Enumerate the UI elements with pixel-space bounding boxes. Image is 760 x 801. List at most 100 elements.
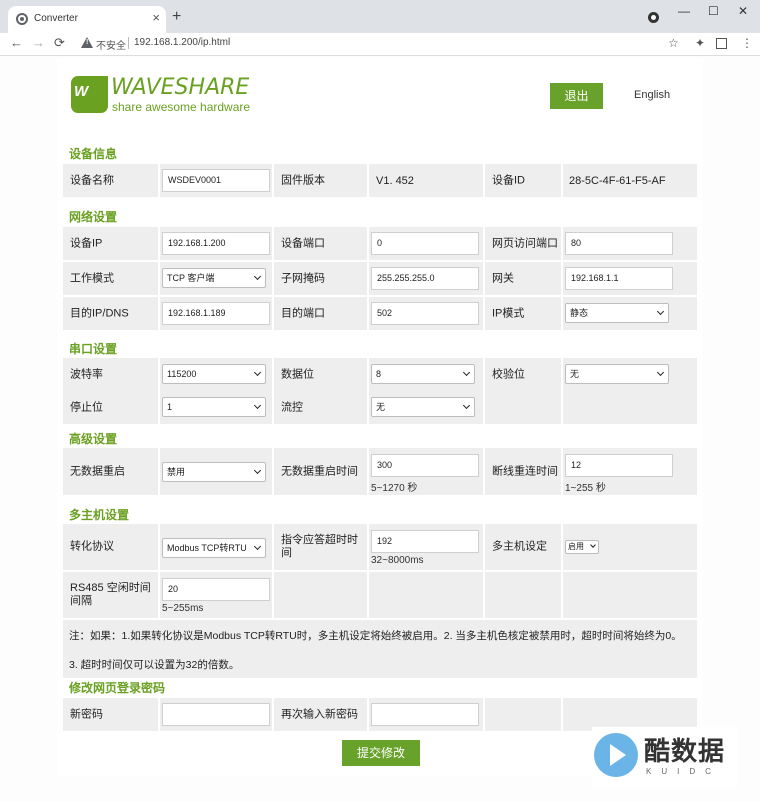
logo-mark-icon: W (71, 76, 108, 113)
gateway-input[interactable]: 192.168.1.1 (565, 267, 673, 290)
rs485-idle-input[interactable]: 20 (162, 578, 270, 601)
device-id-label: 设备ID (492, 174, 525, 186)
new-tab-button[interactable]: + (172, 9, 181, 25)
submit-button[interactable]: 提交修改 (342, 740, 420, 766)
dest-port-label: 目的端口 (281, 307, 325, 319)
extensions-icon[interactable]: ✦ (695, 36, 705, 50)
device-info-row: 设备名称 WSDEV0001 固件版本 V1. 452 设备ID 28-5C-4… (63, 164, 697, 197)
subnet-mask-input[interactable]: 255.255.255.0 (371, 267, 479, 290)
reconnect-time-input[interactable]: 12 (565, 454, 673, 477)
multihost-row-2: RS485 空闲时间间隔 20 5~255ms (63, 572, 697, 618)
logo-tagline: share awesome hardware (112, 100, 251, 114)
warning-icon[interactable] (81, 37, 93, 48)
profile-icon[interactable] (716, 38, 727, 49)
chevron-down-icon (590, 542, 596, 548)
dest-port-input[interactable]: 502 (371, 302, 479, 325)
response-timeout-input[interactable]: 192 (371, 530, 479, 553)
device-ip-input[interactable]: 192.168.1.200 (162, 232, 270, 255)
chevron-down-icon (253, 272, 262, 281)
section-serial: 串口设置 (69, 342, 118, 356)
note-text-1: 注：如果：1.如果转化协议是Modbus TCP转RTU时，多主机设定将始终被启… (69, 630, 682, 642)
play-logo-icon (594, 733, 638, 777)
rs485-idle-hint: 5~255ms (162, 603, 204, 614)
protocol-select[interactable]: Modbus TCP转RTU (162, 538, 266, 558)
data-bits-label: 数据位 (281, 368, 314, 380)
waveshare-logo: W WAVESHARE share awesome hardware (71, 75, 271, 116)
confirm-password-input[interactable] (371, 703, 479, 726)
menu-icon[interactable]: ⋮ (741, 36, 753, 50)
tab-close-icon[interactable]: × (152, 11, 160, 25)
minimize-button[interactable]: — (678, 4, 690, 18)
multihost-mode-label: 多主机设定 (492, 540, 547, 553)
dest-ip-label: 目的IP/DNS (70, 307, 129, 319)
logo-name: WAVESHARE (111, 75, 250, 100)
stop-bits-value: 1 (167, 402, 173, 412)
work-mode-select[interactable]: TCP 客户端 (162, 268, 266, 288)
gateway-label: 网关 (492, 272, 514, 284)
flow-control-select[interactable]: 无 (371, 397, 475, 417)
parity-value: 无 (570, 369, 580, 379)
baud-rate-select[interactable]: 115200 (162, 364, 266, 384)
browser-toolbar: ← → ⟳ 不安全 192.168.1.200/ip.html ☆ ✦ ⋮ (0, 33, 760, 56)
back-button[interactable]: ← (10, 35, 23, 51)
restart-time-hint: 5~1270 秒 (371, 483, 418, 494)
serial-row-2: 停止位 1 流控 无 (63, 391, 697, 424)
logo-mark-letter: W (74, 83, 88, 100)
star-icon[interactable]: ☆ (668, 36, 679, 50)
dest-ip-input[interactable]: 192.168.1.189 (162, 302, 270, 325)
close-window-button[interactable]: ✕ (738, 4, 748, 18)
baud-rate-value: 115200 (167, 369, 197, 379)
new-password-input[interactable] (162, 703, 270, 726)
ip-mode-label: IP模式 (492, 307, 525, 319)
work-mode-label: 工作模式 (70, 272, 114, 284)
watermark: 酷数据 KUIDC (592, 727, 738, 787)
chevron-down-icon (462, 368, 471, 377)
empty-cell (485, 698, 561, 731)
logout-button[interactable]: 退出 (550, 83, 603, 109)
record-icon[interactable] (648, 12, 659, 23)
web-port-input[interactable]: 80 (565, 232, 673, 255)
language-link[interactable]: English (634, 89, 670, 101)
empty-cell (563, 391, 697, 424)
chevron-down-icon (253, 466, 262, 475)
multihost-note-2: 3. 超时时间仅可以设置为32的倍数。 (63, 649, 697, 678)
serial-row-1: 波特率 115200 数据位 8 校验位 无 (63, 358, 697, 391)
section-password: 修改网页登录密码 (69, 681, 166, 695)
tab-title: Converter (34, 13, 78, 24)
forward-button[interactable]: → (32, 35, 45, 51)
empty-cell (563, 572, 697, 618)
parity-select[interactable]: 无 (565, 364, 669, 384)
data-bits-select[interactable]: 8 (371, 364, 475, 384)
empty-cell (485, 391, 561, 424)
stop-bits-label: 停止位 (70, 401, 103, 413)
new-password-label: 新密码 (70, 708, 103, 720)
data-bits-value: 8 (376, 369, 382, 379)
insecure-label[interactable]: 不安全 (96, 37, 126, 52)
maximize-button[interactable]: ☐ (708, 4, 719, 18)
reload-button[interactable]: ⟳ (54, 35, 65, 51)
multihost-mode-select[interactable]: 启用 (565, 540, 599, 554)
chevron-down-icon (656, 368, 665, 377)
network-row-1: 设备IP 192.168.1.200 设备端口 0 网页访问端口 80 (63, 227, 697, 260)
device-port-input[interactable]: 0 (371, 232, 479, 255)
empty-cell (369, 572, 483, 618)
ip-mode-select[interactable]: 静态 (565, 303, 669, 323)
no-data-restart-time-input[interactable]: 300 (371, 454, 479, 477)
parity-label: 校验位 (492, 368, 525, 380)
no-data-restart-time-label: 无数据重启时间 (281, 465, 358, 477)
address-bar[interactable]: 192.168.1.200/ip.html (134, 37, 230, 48)
web-port-label: 网页访问端口 (492, 237, 558, 249)
url-separator (128, 37, 129, 49)
work-mode-value: TCP 客户端 (167, 273, 215, 283)
device-ip-label: 设备IP (70, 237, 103, 249)
device-port-label: 设备端口 (281, 237, 325, 249)
watermark-text: 酷数据 (644, 736, 726, 766)
browser-tab[interactable]: Converter × (8, 6, 166, 33)
no-data-restart-select[interactable]: 禁用 (162, 462, 266, 482)
stop-bits-select[interactable]: 1 (162, 397, 266, 417)
chevron-down-icon (253, 401, 262, 410)
protocol-value: Modbus TCP转RTU (167, 543, 247, 553)
device-name-input[interactable]: WSDEV0001 (162, 169, 270, 192)
section-advanced: 高级设置 (69, 432, 118, 446)
baud-rate-label: 波特率 (70, 368, 103, 380)
